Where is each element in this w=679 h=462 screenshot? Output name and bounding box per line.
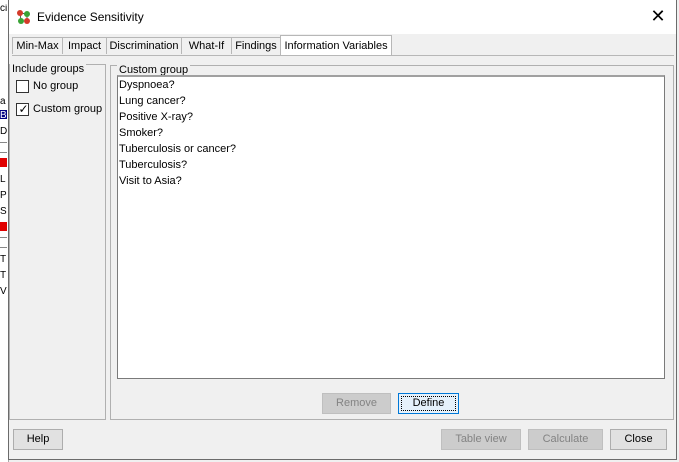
table-view-button[interactable]: Table view [441,429,521,450]
background-char: L [0,175,6,185]
network-nodes-icon [17,10,30,24]
background-divider [0,247,7,248]
background-char: D [0,127,8,137]
tab-min-max[interactable]: Min-Max [12,37,63,54]
custom-group-checkbox[interactable]: ✓ Custom group [16,102,103,118]
list-item[interactable]: Smoker? [118,125,664,141]
background-char: P [0,191,7,201]
tab-impact[interactable]: Impact [62,37,107,54]
background-red-bar [0,222,7,231]
background-char: B [0,111,7,121]
window-title: Evidence Sensitivity [37,10,144,24]
background-char: T [0,271,7,281]
checkmark-icon: ✓ [18,102,29,116]
define-button[interactable]: Define [398,393,459,414]
list-item[interactable]: Tuberculosis or cancer? [118,141,664,157]
background-char: S [0,207,7,217]
evidence-sensitivity-dialog: Evidence Sensitivity ✕ Min-Max Impact Di… [8,0,677,460]
tab-what-if[interactable]: What-If [181,37,232,54]
close-button[interactable]: Close [610,429,667,450]
remove-button[interactable]: Remove [322,393,391,414]
background-divider [0,142,7,143]
tab-information-variables[interactable]: Information Variables [280,35,392,55]
list-item[interactable]: Lung cancer? [118,93,664,109]
list-item[interactable]: Positive X-ray? [118,109,664,125]
list-item[interactable]: Visit to Asia? [118,173,664,189]
list-item[interactable]: Dyspnoea? [118,77,664,93]
background-char: ci [0,4,8,14]
background-red-bar [0,158,7,167]
background-divider [0,237,7,238]
list-item[interactable]: Tuberculosis? [118,157,664,173]
tab-discrimination[interactable]: Discrimination [106,37,182,54]
no-group-label: No group [33,80,79,92]
custom-group-label: Custom group [33,103,103,115]
background-char: T [0,255,7,265]
no-group-checkbox[interactable]: No group [16,79,101,95]
checkbox-box[interactable]: ✓ [16,102,29,116]
tab-findings[interactable]: Findings [231,37,281,54]
checkbox-box[interactable] [16,80,29,93]
help-button[interactable]: Help [13,429,63,450]
calculate-button[interactable]: Calculate [528,429,603,450]
custom-group-list[interactable]: Dyspnoea? Lung cancer? Positive X-ray? S… [117,75,665,379]
background-char: V [0,287,7,297]
include-groups-title: Include groups [10,63,87,75]
include-groups-box: Include groups No group ✓ Custom group [9,63,106,420]
title-bar[interactable]: Evidence Sensitivity ✕ [9,0,676,34]
background-divider [0,152,7,153]
close-window-icon[interactable]: ✕ [648,6,668,26]
focus-ring [401,396,456,411]
background-char: a [0,97,6,107]
